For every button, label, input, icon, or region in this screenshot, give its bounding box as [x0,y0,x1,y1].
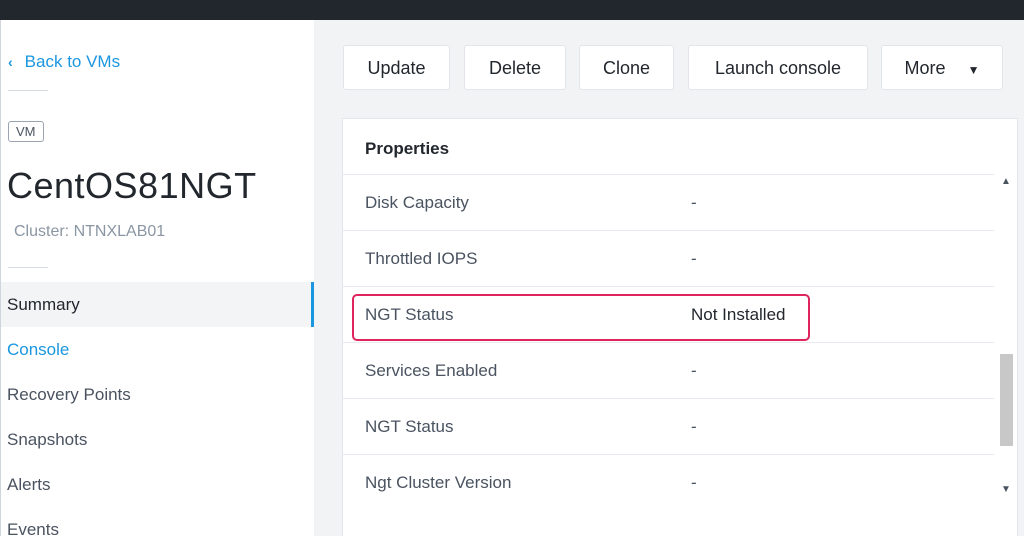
sidebar-item-snapshots[interactable]: Snapshots [1,417,314,462]
scroll-up-arrow-icon[interactable]: ▲ [995,176,1017,192]
properties-scrollbar[interactable]: ▲ ▼ [995,174,1017,507]
app-frame: ‹ Back to VMs VM CentOS81NGT Cluster: NT… [0,20,1024,536]
chevron-down-icon: ▼ [967,63,980,77]
scroll-down-arrow-icon[interactable]: ▼ [995,484,1017,500]
property-row: Services Enabled - [343,342,994,398]
scrollbar-thumb[interactable] [1000,354,1013,446]
cluster-label: Cluster: NTNXLAB01 [14,223,166,240]
property-value: Not Installed [691,305,786,324]
property-key: NGT Status [365,417,454,436]
property-row: Ngt Cluster Version - [343,454,994,510]
property-value: - [691,417,697,436]
property-key: Services Enabled [365,361,498,380]
property-row: NGT Status - [343,398,994,454]
properties-panel: Properties Disk Capacity - Throttled IOP… [342,118,1018,536]
more-label: More [904,58,946,78]
property-row: Throttled IOPS - [343,230,994,286]
clone-button[interactable]: Clone [579,45,674,90]
sidebar-item-summary[interactable]: Summary [1,282,314,327]
property-key: Disk Capacity [365,193,469,212]
properties-list: Disk Capacity - Throttled IOPS - NGT Sta… [343,174,994,510]
property-key: Ngt Cluster Version [365,473,512,492]
divider [8,267,48,268]
back-to-vms-link[interactable]: ‹ Back to VMs [8,52,120,72]
properties-title: Properties [365,139,450,158]
property-row-ngt-status: NGT Status Not Installed [343,286,994,342]
sidebar-item-console[interactable]: Console [1,327,314,372]
top-bar [0,0,1024,20]
delete-button[interactable]: Delete [464,45,566,90]
update-button[interactable]: Update [343,45,450,90]
property-value: - [691,249,697,268]
sidebar-item-recovery-points[interactable]: Recovery Points [1,372,314,417]
sidebar-nav: Summary Console Recovery Points Snapshot… [1,282,314,536]
property-row: Disk Capacity - [343,174,994,230]
chevron-left-icon: ‹ [8,54,13,70]
property-key: NGT Status [365,305,454,324]
entity-type-badge: VM [8,121,44,142]
back-link-label: Back to VMs [24,52,121,71]
more-dropdown-button[interactable]: More ▼ [881,45,1003,90]
sidebar: ‹ Back to VMs VM CentOS81NGT Cluster: NT… [1,20,314,536]
vm-name-title: CentOS81NGT [7,165,257,206]
property-value: - [691,193,697,212]
sidebar-item-alerts[interactable]: Alerts [1,462,314,507]
property-key: Throttled IOPS [365,249,478,268]
divider [8,90,48,91]
property-value: - [691,473,697,492]
main-content: Update Delete Clone Launch console More ▼… [314,20,1024,536]
launch-console-button[interactable]: Launch console [688,45,868,90]
property-value: - [691,361,697,380]
sidebar-item-events[interactable]: Events [1,507,314,536]
